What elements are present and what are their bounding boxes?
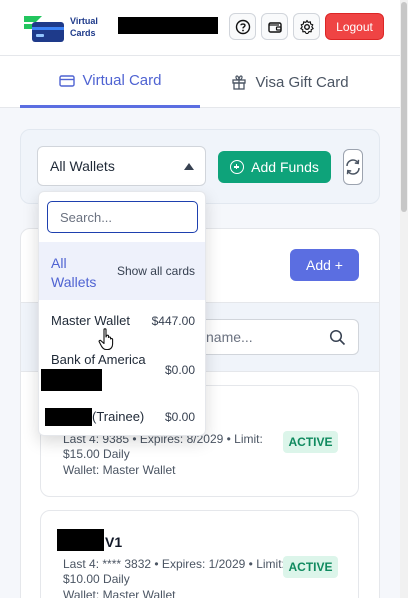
card-limit: $15.00 Daily [63,447,130,461]
hand-cursor-icon [98,328,114,351]
logo-text: Virtual Cards [70,15,98,39]
dropdown-option-all-wallets[interactable]: All Wallets Show all cards [39,242,205,300]
gift-icon [232,75,247,90]
dropdown-search-input[interactable]: Search... [47,201,198,233]
logo-icon [24,16,64,42]
redacted-user-name [118,17,218,34]
redacted-card-name [57,529,104,551]
wallet-amount: $0.00 [164,410,195,424]
all-wallets-line1: All [51,255,67,271]
tab-bar: Virtual Card Visa Gift Card [0,56,400,108]
card-item[interactable]: V1 Last 4: **** 3832 • Expires: 1/2029 •… [40,510,359,598]
tab-virtual-card[interactable]: Virtual Card [20,56,200,108]
logo-text-line2: Cards [70,28,96,38]
scrollbar-thumb[interactable] [401,2,407,212]
dropdown-search-placeholder: Search... [60,209,113,225]
all-wallets-line2: Wallets [51,274,97,290]
card-limit: $10.00 Daily [63,572,130,586]
card-name-suffix: V1 [105,534,123,550]
wallet-amount: $447.00 [151,314,195,328]
wallet-button[interactable] [261,13,288,40]
caret-up-icon [184,163,194,170]
card-search-input[interactable]: name... [185,319,359,355]
tab-visa-gift-card-label: Visa Gift Card [255,73,349,91]
tab-virtual-card-label: Virtual Card [82,72,162,89]
card-wallet: Wallet: Master Wallet [63,588,176,598]
plus-circle-icon [230,160,245,174]
wallet-select[interactable]: All Wallets [37,146,206,186]
wallet-name: Master Wallet [51,313,130,328]
add-funds-button[interactable]: Add Funds [218,151,331,183]
scrollbar[interactable] [400,0,408,598]
redacted-wallet-owner [41,369,102,391]
settings-button[interactable] [293,13,320,40]
help-button[interactable] [229,13,256,40]
dropdown-option-wallet[interactable]: Master Wallet $447.00 [39,302,205,342]
wallet-select-value: All Wallets [50,158,115,174]
logo-text-line1: Virtual [70,16,98,26]
wallet-icon [267,21,282,33]
all-wallets-label: All Wallets [51,254,96,292]
add-card-button[interactable]: Add + [290,249,359,281]
help-circle-icon [235,19,250,34]
status-badge: ACTIVE [283,431,338,453]
wallet-name: (Trainee) [92,409,145,424]
refresh-icon [346,159,360,175]
all-wallets-hint: Show all cards [116,264,195,278]
credit-card-icon [58,74,75,87]
redacted-wallet-name [45,408,92,426]
dropdown-option-wallet[interactable]: Bank of America $0.00 [39,344,205,394]
status-badge: ACTIVE [283,556,338,578]
gear-icon [299,19,314,34]
add-funds-label: Add Funds [251,159,319,175]
refresh-button[interactable] [343,149,363,185]
tab-visa-gift-card[interactable]: Visa Gift Card [200,56,380,108]
card-last4: Last 4: **** 3832 • Expires: 1/2029 • Li… [63,557,285,571]
app-header: Virtual Cards Logout [0,0,400,56]
wallet-dropdown: Search... All Wallets Show all cards Mas… [38,191,206,436]
dropdown-option-wallet[interactable]: (Trainee) $0.00 [39,400,205,435]
card-search-placeholder: name... [206,329,253,345]
wallet-amount: $0.00 [164,363,195,377]
card-wallet: Wallet: Master Wallet [63,463,176,477]
search-icon [329,329,346,346]
page: Virtual Cards Logout Virtual Card Visa G… [0,0,408,598]
wallet-name: Bank of America [51,352,146,367]
logout-button[interactable]: Logout [325,13,384,40]
